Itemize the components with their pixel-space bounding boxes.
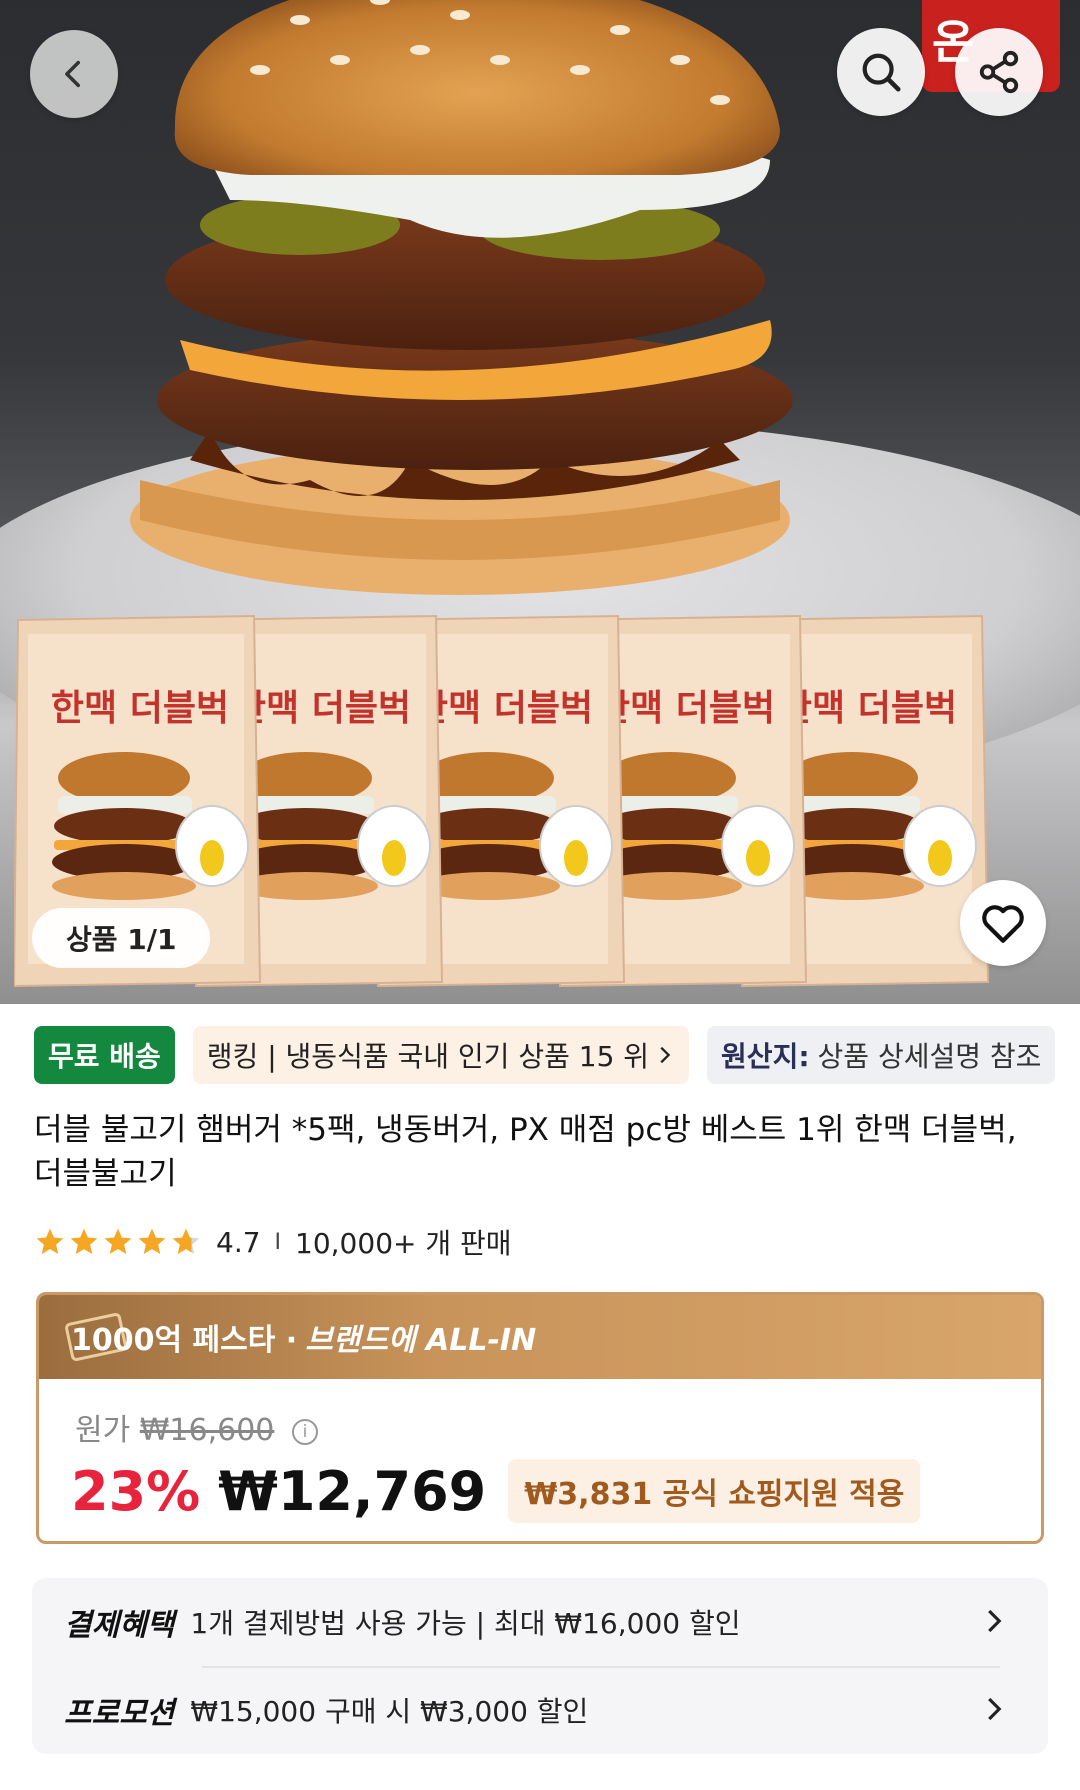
product-image-gallery[interactable]: 한맥 더블벅 한맥 더블벅 한맥 더블벅 한맥 더블벅 한맥 더블벅 온 상품 1/1 <box>0 0 1080 1004</box>
star-icon <box>104 1228 132 1254</box>
rating-stars <box>34 1226 202 1258</box>
rating-separator: I <box>274 1229 282 1255</box>
star-icon <box>138 1228 166 1254</box>
product-title: 더블 불고기 햄버거 *5팩, 냉동버거, PX 매점 pc방 베스트 1위 한… <box>34 1112 1017 1192</box>
rating-value: 4.7 <box>216 1225 261 1259</box>
promo-banner-brand: 브랜드에 ALL-IN <box>305 1323 537 1358</box>
benefits-panel: 결제혜택 1개 결제방법 사용 가능 | 최대 ₩16,000 할인 프로모션 … <box>32 1578 1048 1754</box>
wishlist-button[interactable] <box>960 880 1046 966</box>
original-price: ₩16,600 <box>139 1413 275 1448</box>
shopping-support-badge: ₩3,831 공식 쇼핑지원 적용 <box>508 1459 921 1523</box>
search-button[interactable] <box>837 28 925 116</box>
back-button[interactable] <box>30 30 118 118</box>
original-price-label: 원가 <box>75 1413 131 1448</box>
chevron-left-icon <box>65 60 81 88</box>
payment-benefit-row[interactable]: 결제혜택 1개 결제방법 사용 가능 | 최대 ₩16,000 할인 <box>64 1578 1016 1666</box>
svg-text:한맥 더블벅: 한맥 더블벅 <box>233 688 411 729</box>
info-icon[interactable]: i <box>291 1419 318 1445</box>
svg-text:한맥 더블벅: 한맥 더블벅 <box>597 688 775 729</box>
ranking-text: 랭킹 | 냉동식품 국내 인기 상품 15 위 <box>206 1040 650 1073</box>
sale-price: ₩12,769 <box>218 1459 487 1523</box>
share-icon <box>979 50 1019 94</box>
price-promo-card: 1000억 페스타 · 브랜드에 ALL-IN 원가 ₩16,600 i 23%… <box>36 1292 1044 1544</box>
image-counter: 상품 1/1 <box>32 908 211 968</box>
payment-benefit-text: 1개 결제방법 사용 가능 | 최대 ₩16,000 할인 <box>190 1607 741 1640</box>
free-delivery-badge: 무료 배송 <box>34 1026 175 1084</box>
burger-photo <box>130 0 793 595</box>
origin-label: 원산지: <box>721 1040 810 1073</box>
discount-rate: 23% <box>71 1459 201 1523</box>
star-icon <box>70 1228 98 1254</box>
heart-icon <box>982 905 1024 943</box>
promo-banner-prefix: 1000억 페스타 · <box>71 1323 298 1358</box>
chevron-right-icon <box>988 1609 1002 1633</box>
star-icon <box>36 1228 64 1254</box>
share-button[interactable] <box>955 28 1043 116</box>
chevron-right-icon <box>988 1697 1002 1721</box>
svg-text:한맥 더블벅: 한맥 더블벅 <box>779 688 957 729</box>
svg-text:한맥 더블벅: 한맥 더블벅 <box>51 688 229 729</box>
ranking-link[interactable]: 랭킹 | 냉동식품 국내 인기 상품 15 위 <box>192 1026 690 1084</box>
origin-value: 상품 상세설명 참조 <box>817 1040 1042 1073</box>
star-icon <box>172 1228 200 1254</box>
origin-info: 원산지: 상품 상세설명 참조 <box>707 1026 1056 1084</box>
search-icon <box>862 53 901 92</box>
promotion-label: 프로모션 <box>64 1696 175 1731</box>
promotion-text: ₩15,000 구매 시 ₩3,000 할인 <box>190 1695 589 1728</box>
original-price-row: 원가 ₩16,600 i <box>75 1405 318 1449</box>
promotion-row[interactable]: 프로모션 ₩15,000 구매 시 ₩3,000 할인 <box>64 1666 1016 1754</box>
price-row: 23% ₩12,769 ₩3,831 공식 쇼핑지원 적용 <box>71 1459 921 1523</box>
rating-row[interactable]: 4.7 I 10,000+ 개 판매 <box>34 1222 512 1262</box>
product-chips: 무료 배송 랭킹 | 냉동식품 국내 인기 상품 15 위 원산지: 상품 상세… <box>34 1026 1056 1084</box>
payment-benefit-label: 결제혜택 <box>64 1608 175 1643</box>
promo-banner[interactable]: 1000억 페스타 · 브랜드에 ALL-IN <box>39 1295 1041 1379</box>
svg-text:한맥 더블벅: 한맥 더블벅 <box>415 688 593 729</box>
sales-count: 10,000+ 개 판매 <box>295 1227 512 1260</box>
chevron-right-icon <box>660 1046 671 1064</box>
